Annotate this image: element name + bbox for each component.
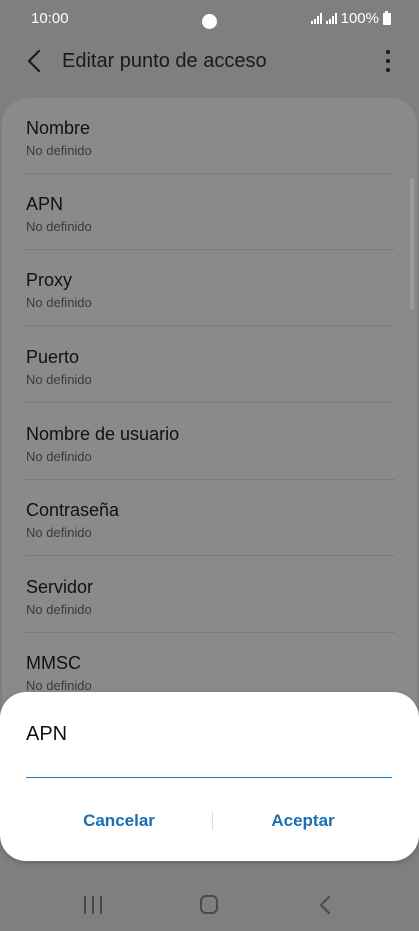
divider: [26, 325, 395, 326]
home-button[interactable]: [200, 895, 218, 914]
nav-back-button[interactable]: [318, 894, 332, 916]
navigation-bar: [0, 876, 419, 931]
chevron-left-icon: [27, 49, 41, 73]
dialog-title: APN: [26, 723, 68, 745]
setting-label: APN: [26, 194, 64, 214]
recent-apps-icon: [100, 896, 102, 914]
setting-proxy[interactable]: Proxy No definido: [2, 250, 417, 326]
setting-label: Proxy: [26, 270, 73, 290]
scrollbar[interactable]: [410, 178, 414, 310]
battery-icon: [383, 10, 391, 25]
recent-apps-icon: [84, 896, 86, 914]
accept-button[interactable]: Aceptar: [203, 804, 403, 838]
setting-label: Puerto: [26, 347, 80, 367]
setting-label: Servidor: [26, 577, 94, 597]
dialog-actions: Cancelar Aceptar: [0, 804, 419, 838]
screen: 10:00 100% Editar punto de acceso Nombre…: [0, 0, 419, 931]
apn-input[interactable]: [26, 750, 392, 778]
setting-value: No definido: [26, 219, 92, 234]
more-dot-icon: [386, 59, 390, 63]
setting-value: No definido: [26, 525, 92, 540]
setting-label: Nombre: [26, 118, 91, 138]
recent-apps-button[interactable]: [84, 896, 102, 914]
divider: [26, 402, 395, 403]
chevron-left-icon: [320, 896, 330, 914]
app-header: Editar punto de acceso: [0, 36, 419, 88]
more-options-button[interactable]: [383, 50, 393, 72]
status-bar: 10:00 100%: [0, 0, 419, 36]
more-dot-icon: [386, 50, 390, 54]
setting-value: No definido: [26, 372, 92, 387]
setting-value: No definido: [26, 295, 92, 310]
setting-apn[interactable]: APN No definido: [2, 174, 417, 250]
setting-label: Contraseña: [26, 500, 120, 520]
recent-apps-icon: [92, 896, 94, 914]
page-title: Editar punto de acceso: [62, 50, 267, 72]
setting-value: No definido: [26, 602, 92, 617]
setting-value: No definido: [26, 449, 92, 464]
setting-contrasena[interactable]: Contraseña No definido: [2, 480, 417, 556]
setting-label: Nombre de usuario: [26, 424, 180, 444]
status-time: 10:00: [31, 10, 69, 27]
setting-value: No definido: [26, 143, 92, 158]
setting-puerto[interactable]: Puerto No definido: [2, 327, 417, 403]
setting-nombre[interactable]: Nombre No definido: [2, 98, 417, 174]
camera-cutout: [202, 14, 217, 29]
apn-dialog: APN Cancelar Aceptar: [0, 692, 419, 861]
signal-icon: [310, 13, 322, 24]
back-button[interactable]: [22, 48, 48, 74]
battery-level: 100%: [340, 10, 379, 27]
setting-nombre-de-usuario[interactable]: Nombre de usuario No definido: [2, 404, 417, 480]
status-indicators: 100%: [310, 10, 391, 27]
setting-value: No definido: [26, 678, 92, 693]
divider: [26, 555, 395, 556]
signal-icon-2: [325, 13, 337, 24]
more-dot-icon: [386, 68, 390, 72]
cancel-button[interactable]: Cancelar: [19, 804, 219, 838]
setting-servidor[interactable]: Servidor No definido: [2, 557, 417, 633]
setting-label: MMSC: [26, 653, 81, 673]
